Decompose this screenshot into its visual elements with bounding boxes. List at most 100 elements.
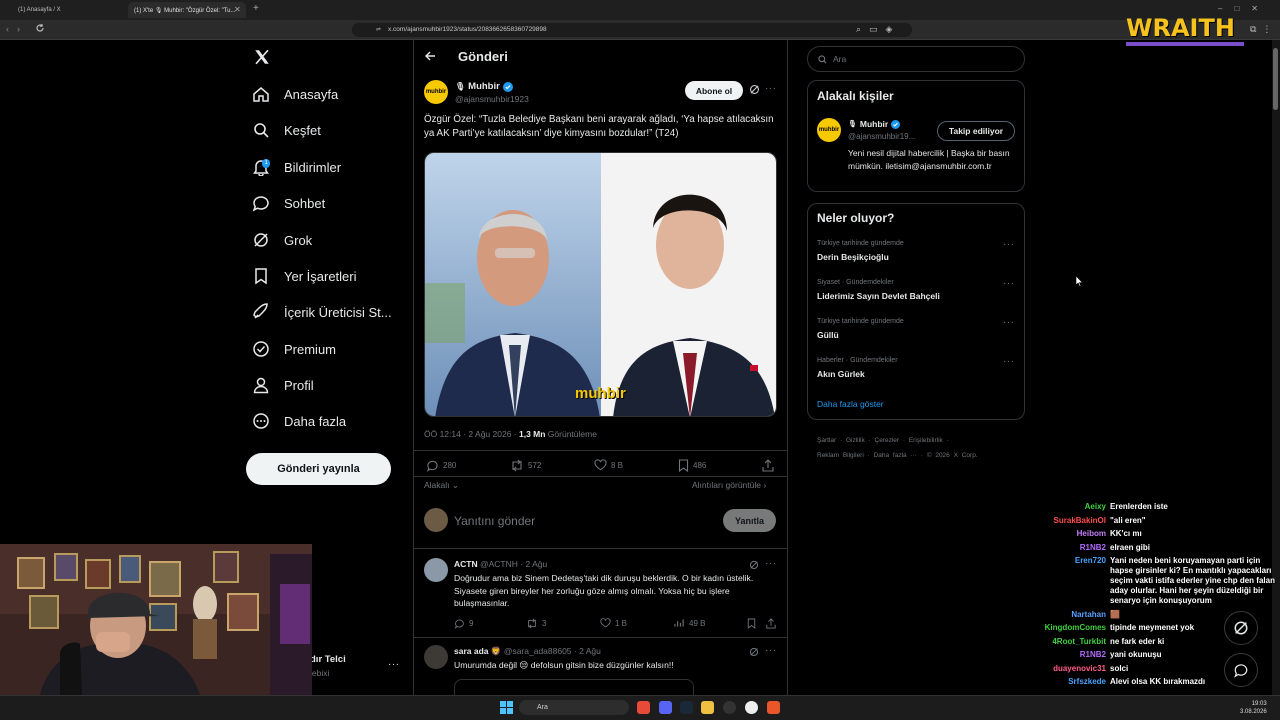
reply-author-name[interactable]: sara ada 🦁 — [454, 646, 501, 656]
related-avatar[interactable]: muhbir — [817, 118, 841, 142]
browser-tab[interactable]: (1) Anasayfa / X — [12, 2, 124, 18]
close-tab-icon[interactable]: ✕ — [234, 5, 241, 14]
nav-item-bell[interactable]: 1 Bildirimler — [252, 155, 341, 179]
repost-action[interactable]: 572 — [510, 459, 541, 472]
footer-link[interactable]: Reklam Bilgileri — [817, 452, 864, 459]
post-image[interactable]: muhbir — [424, 152, 777, 417]
reply-views-action[interactable]: 49 B — [674, 618, 705, 628]
footer-link[interactable]: Erişilebilirlik — [909, 437, 943, 444]
nav-item-more[interactable]: Daha fazla — [252, 409, 346, 433]
window-controls[interactable]: –□✕ — [1218, 4, 1270, 13]
reply-action[interactable]: 280 — [426, 459, 456, 472]
nav-buttons[interactable]: ‹› — [6, 24, 28, 34]
grok-icon[interactable] — [749, 84, 760, 95]
reply-reply-action[interactable]: 9 — [454, 618, 473, 629]
chat-username[interactable]: Heibom — [1040, 529, 1106, 539]
nav-item-chat[interactable]: Sohbet — [252, 191, 325, 215]
trend-item[interactable]: Liderimiz Sayın Devlet Bahçeli — [817, 291, 940, 301]
chat-username[interactable]: SurakBakinOl — [1040, 516, 1106, 526]
footer-link[interactable]: Gizlilik — [846, 437, 865, 444]
chat-username[interactable]: R1NB2 — [1040, 650, 1106, 660]
x-logo-icon[interactable] — [253, 48, 271, 66]
account-more-icon[interactable]: ··· — [388, 659, 400, 670]
trend-item[interactable]: Akın Gürlek — [817, 369, 865, 379]
trend-more-icon[interactable]: ··· — [1003, 356, 1015, 367]
nav-item-rocket[interactable]: İçerik Üreticisi St... — [252, 300, 392, 324]
app-icon[interactable] — [767, 701, 780, 714]
search-box[interactable]: Ara — [807, 46, 1025, 72]
chat-username[interactable]: Eren720 — [1040, 556, 1106, 606]
subscribe-button[interactable]: Abone ol — [685, 81, 743, 100]
taskbar-search[interactable]: Ara — [519, 700, 629, 715]
reply-avatar[interactable] — [424, 558, 448, 582]
nav-item-bookmark[interactable]: Yer İşaretleri — [252, 264, 357, 288]
obs-icon[interactable] — [723, 701, 736, 714]
chat-username[interactable]: 4Root_Turkbit — [1040, 637, 1106, 647]
grok-icon[interactable] — [749, 560, 759, 570]
reply-avatar[interactable] — [424, 645, 448, 669]
nav-item-search[interactable]: Keşfet — [252, 118, 321, 142]
windows-start-icon[interactable] — [500, 701, 513, 714]
footer-link[interactable]: Şartlar — [817, 437, 836, 444]
trend-more-icon[interactable]: ··· — [1003, 317, 1015, 328]
nav-item-home[interactable]: Anasayfa — [252, 82, 338, 106]
reply-repost-action[interactable]: 3 — [526, 618, 546, 629]
steam-icon[interactable] — [680, 701, 693, 714]
chat-username[interactable]: Aeixy — [1040, 502, 1106, 512]
back-arrow-icon[interactable] — [424, 50, 436, 62]
quotes-link[interactable]: Alıntıları görüntüle › — [692, 480, 766, 490]
show-more-link[interactable]: Daha fazla göster — [817, 399, 884, 409]
reload-icon[interactable] — [35, 23, 45, 33]
chat-username[interactable]: Srfszkede — [1040, 677, 1106, 687]
reply-more-icon[interactable]: ··· — [765, 645, 777, 656]
chat-username[interactable]: KingdomComes — [1040, 623, 1106, 633]
grok-fab[interactable] — [1224, 611, 1258, 645]
author-handle[interactable]: @ajansmuhbir1923 — [455, 94, 529, 104]
address-actions[interactable]: ⌕▭◈ — [856, 24, 900, 35]
reply-share-icon[interactable] — [766, 618, 776, 629]
nav-item-grok[interactable]: Grok — [252, 228, 312, 252]
reply-like-action[interactable]: 1 B — [600, 618, 627, 628]
discord-icon[interactable] — [659, 701, 672, 714]
reply-media[interactable] — [454, 679, 694, 695]
new-tab-icon[interactable]: + — [253, 3, 259, 14]
chatgpt-icon[interactable] — [745, 701, 758, 714]
scrollbar-thumb[interactable] — [1273, 48, 1278, 110]
reply-author-handle[interactable]: @sara_ada88605 · 2 Ağu — [504, 646, 601, 656]
taskbar-clock[interactable]: 19:03 3.08.2026 — [1240, 700, 1267, 716]
messages-fab[interactable] — [1224, 653, 1258, 687]
reply-button[interactable]: Yanıtla — [723, 509, 776, 532]
chat-username[interactable]: duayenovic31 — [1040, 664, 1106, 674]
like-action[interactable]: 8 B — [594, 459, 623, 471]
share-icon[interactable] — [762, 459, 774, 472]
chat-username[interactable]: R1NB2 — [1040, 543, 1106, 553]
chat-username[interactable]: Nartahan — [1040, 610, 1106, 620]
trend-more-icon[interactable]: ··· — [1003, 278, 1015, 289]
my-avatar[interactable] — [424, 508, 448, 532]
grok-icon[interactable] — [749, 647, 759, 657]
nav-item-profile[interactable]: Profil — [252, 373, 314, 397]
post-button[interactable]: Gönderi yayınla — [246, 453, 391, 485]
brave-icon[interactable] — [637, 701, 650, 714]
more-options-icon[interactable]: ··· — [765, 83, 777, 94]
following-button[interactable]: Takip ediliyor — [937, 121, 1015, 141]
footer-link[interactable]: Daha fazla ··· — [874, 452, 917, 459]
bookmark-action[interactable]: 486 — [678, 459, 706, 472]
author-name-row[interactable]: 🎙 Muhbir — [455, 81, 513, 92]
reply-more-icon[interactable]: ··· — [765, 558, 777, 569]
account-handle[interactable]: lebixi — [310, 668, 329, 678]
trend-item[interactable]: Derin Beşikçioğlu — [817, 252, 889, 262]
trend-item[interactable]: Güllü — [817, 330, 839, 340]
reply-bookmark-icon[interactable] — [747, 618, 756, 629]
related-handle[interactable]: @ajansmuhbir19... — [848, 132, 915, 141]
related-name-row[interactable]: 🎙 Muhbir — [848, 119, 901, 129]
url-field[interactable]: x.com/ajansmuhbir1923/status/20836626583… — [352, 23, 912, 37]
account-name[interactable]: dır Telci — [310, 654, 346, 665]
footer-link[interactable]: Çerezler — [875, 437, 900, 444]
folder-icon[interactable] — [701, 701, 714, 714]
reply-input[interactable]: Yanıtını gönder — [454, 514, 535, 528]
site-info-icon[interactable]: ⇌ — [376, 26, 381, 33]
reply-author-handle[interactable]: @ACTNH · 2 Ağu — [480, 559, 547, 569]
browser-tab-active[interactable]: (1) X'te 🎙 Muhbir: "Özgür Özel: "Tu... — [128, 2, 246, 18]
nav-item-premium[interactable]: Premium — [252, 337, 336, 361]
